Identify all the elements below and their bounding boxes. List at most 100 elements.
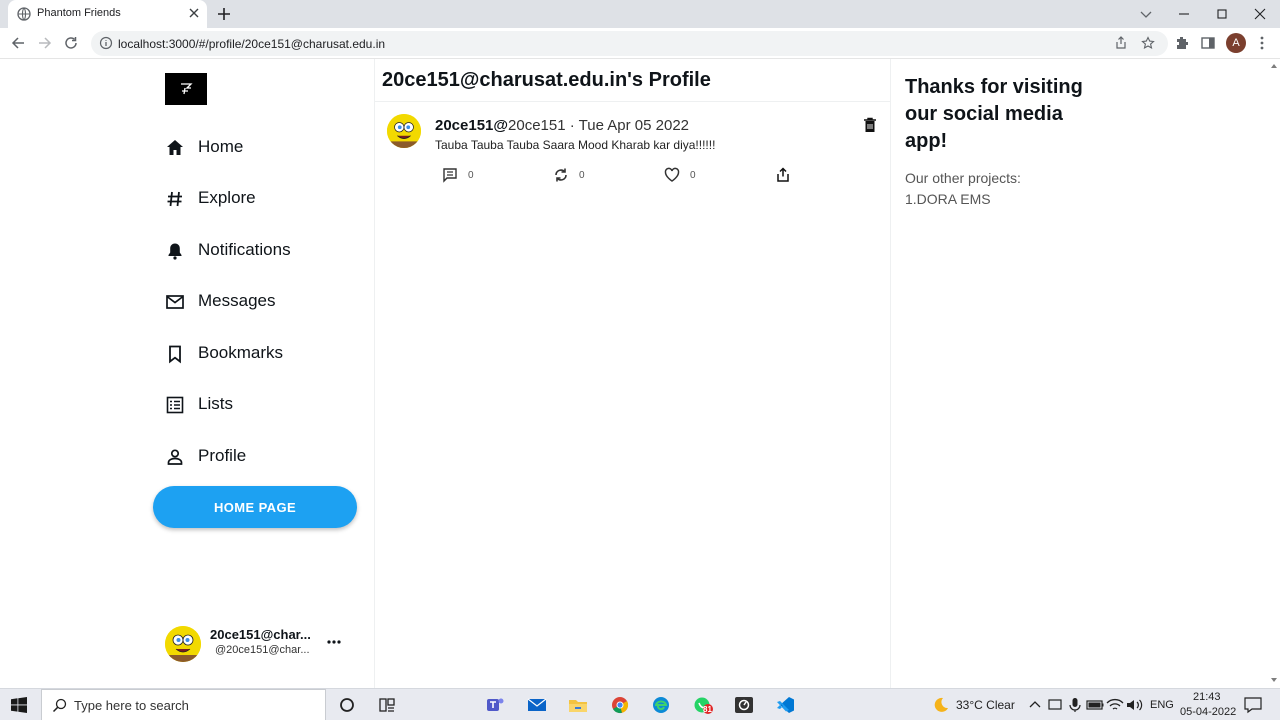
scroll-down-icon[interactable] <box>1270 676 1278 684</box>
sidebar-item-label: Notifications <box>198 240 291 259</box>
sidebar-item-label: Explore <box>198 188 256 207</box>
other-projects: Our other projects: 1.DORA EMS <box>905 168 1021 210</box>
info-icon[interactable] <box>99 36 113 50</box>
device-icon[interactable] <box>1044 695 1066 715</box>
new-tab-icon[interactable] <box>216 6 232 22</box>
spongebob-avatar-icon <box>165 626 201 662</box>
user-name: 20ce151@char... <box>210 627 311 642</box>
microphone-icon[interactable] <box>1064 695 1086 715</box>
heart-icon <box>664 167 680 182</box>
user-handle: @20ce151@char... <box>215 644 310 656</box>
welcome-heading: Thanks for visiting our social media app… <box>905 76 1083 152</box>
maximize-icon[interactable] <box>1214 6 1230 22</box>
other-projects-label: Our other projects: <box>905 170 1021 186</box>
minimize-icon[interactable] <box>1176 6 1192 22</box>
side-panel-icon[interactable] <box>1200 35 1216 51</box>
wifi-icon[interactable] <box>1104 695 1126 715</box>
language-indicator[interactable]: ENG <box>1150 699 1174 711</box>
sidebar-item-messages[interactable]: Messages <box>165 288 365 316</box>
sidebar-item-label: Lists <box>198 394 233 413</box>
chrome-icon[interactable] <box>609 695 631 715</box>
post-username[interactable]: 20ce151@ <box>435 117 508 134</box>
whatsapp-badge: 81 <box>703 705 712 714</box>
share-icon <box>777 167 789 182</box>
weather-text[interactable]: 33°C Clear <box>956 698 1015 712</box>
moon-weather-icon <box>934 697 948 712</box>
clock-time[interactable]: 21:43 <box>1193 691 1221 703</box>
sidebar-item-lists[interactable]: Lists <box>165 391 365 419</box>
tab-search-icon[interactable] <box>1138 6 1154 22</box>
back-icon[interactable] <box>10 35 26 51</box>
spongebob-avatar-icon <box>387 114 421 148</box>
forward-icon[interactable] <box>37 35 53 51</box>
task-view-icon[interactable] <box>376 695 398 715</box>
comment-count: 0 <box>468 170 474 181</box>
sidebar-item-bookmarks[interactable]: Bookmarks <box>165 340 365 368</box>
vscode-icon[interactable] <box>774 695 796 715</box>
home-icon <box>167 140 183 155</box>
app-icon[interactable] <box>733 695 755 715</box>
browser-tab-strip: Phantom Friends <box>0 0 1280 28</box>
chevron-up-icon[interactable] <box>1024 695 1046 715</box>
address-bar[interactable]: localhost:3000/#/profile/20ce151@charusa… <box>91 31 1168 56</box>
list-icon <box>166 396 184 414</box>
app-logo[interactable] <box>165 73 207 105</box>
browser-tab[interactable]: Phantom Friends <box>8 0 207 28</box>
post-meta: 20ce151@20ce151 · Tue Apr 05 2022 <box>435 117 689 134</box>
taskbar-search-input[interactable]: Type here to search <box>41 689 326 720</box>
globe-icon <box>17 7 31 21</box>
main-feed: 20ce151@charusat.edu.in's Profile 20ce15… <box>374 59 891 688</box>
retweet-count: 0 <box>579 170 585 181</box>
window-close-icon[interactable] <box>1252 6 1268 22</box>
browser-profile-avatar[interactable]: A <box>1226 33 1246 53</box>
bookmark-icon <box>169 345 181 364</box>
browser-toolbar: localhost:3000/#/profile/20ce151@charusa… <box>0 28 1280 59</box>
close-icon[interactable] <box>187 6 201 20</box>
cortana-icon[interactable] <box>336 695 358 715</box>
post-text: Tauba Tauba Tauba Saara Mood Kharab kar … <box>435 138 716 152</box>
retweet-icon <box>555 168 567 182</box>
file-explorer-icon[interactable] <box>567 695 589 715</box>
account-switcher[interactable]: 20ce151@char... @20ce151@char... <box>165 624 355 664</box>
extensions-icon[interactable] <box>1174 35 1190 51</box>
logo-icon <box>181 83 193 95</box>
scroll-up-icon[interactable] <box>1270 62 1278 70</box>
avatar[interactable] <box>387 114 421 148</box>
sidebar-item-home[interactable]: Home <box>165 134 365 162</box>
volume-icon[interactable] <box>1124 695 1146 715</box>
menu-dots-icon[interactable] <box>1254 35 1270 51</box>
teams-icon[interactable] <box>484 695 506 715</box>
edge-icon[interactable] <box>650 695 672 715</box>
taskbar: Type here to search 81 33°C Clear ENG 21… <box>0 688 1280 720</box>
mail-app-icon[interactable] <box>526 695 548 715</box>
windows-start-icon[interactable] <box>11 697 27 713</box>
tab-title: Phantom Friends <box>37 7 121 19</box>
sidebar-item-notifications[interactable]: Notifications <box>165 237 365 265</box>
sidebar-item-label: Messages <box>198 291 276 310</box>
share-icon[interactable] <box>1114 36 1128 50</box>
sidebar-item-profile[interactable]: Profile <box>165 443 365 471</box>
home-page-button[interactable]: HOME PAGE <box>153 486 357 528</box>
notification-center-icon[interactable] <box>1242 695 1264 715</box>
mail-icon <box>166 295 184 309</box>
like-count: 0 <box>690 170 696 181</box>
profile-header: 20ce151@charusat.edu.in's Profile <box>375 59 891 102</box>
project-link[interactable]: 1.DORA EMS <box>905 189 1021 210</box>
reload-icon[interactable] <box>63 35 79 51</box>
search-placeholder: Type here to search <box>74 698 189 713</box>
battery-icon[interactable] <box>1084 695 1106 715</box>
page-title: 20ce151@charusat.edu.in's Profile <box>382 69 711 91</box>
sidebar-item-label: Profile <box>198 446 247 465</box>
sidebar-item-explore[interactable]: Explore <box>165 185 365 213</box>
more-horizontal-icon[interactable] <box>326 634 342 650</box>
hashtag-icon <box>167 191 182 207</box>
sidebar-item-label: Bookmarks <box>198 343 284 362</box>
post-handle-date: 20ce151 · Tue Apr 05 2022 <box>508 117 690 134</box>
comment-icon <box>443 168 457 183</box>
post-item[interactable]: 20ce151@20ce151 · Tue Apr 05 2022 Tauba … <box>375 102 891 202</box>
clock-date[interactable]: 05-04-2022 <box>1180 706 1236 718</box>
url-text: localhost:3000/#/profile/20ce151@charusa… <box>118 37 386 51</box>
delete-icon[interactable] <box>863 117 877 133</box>
star-icon[interactable] <box>1141 36 1155 50</box>
bell-icon <box>168 243 182 260</box>
